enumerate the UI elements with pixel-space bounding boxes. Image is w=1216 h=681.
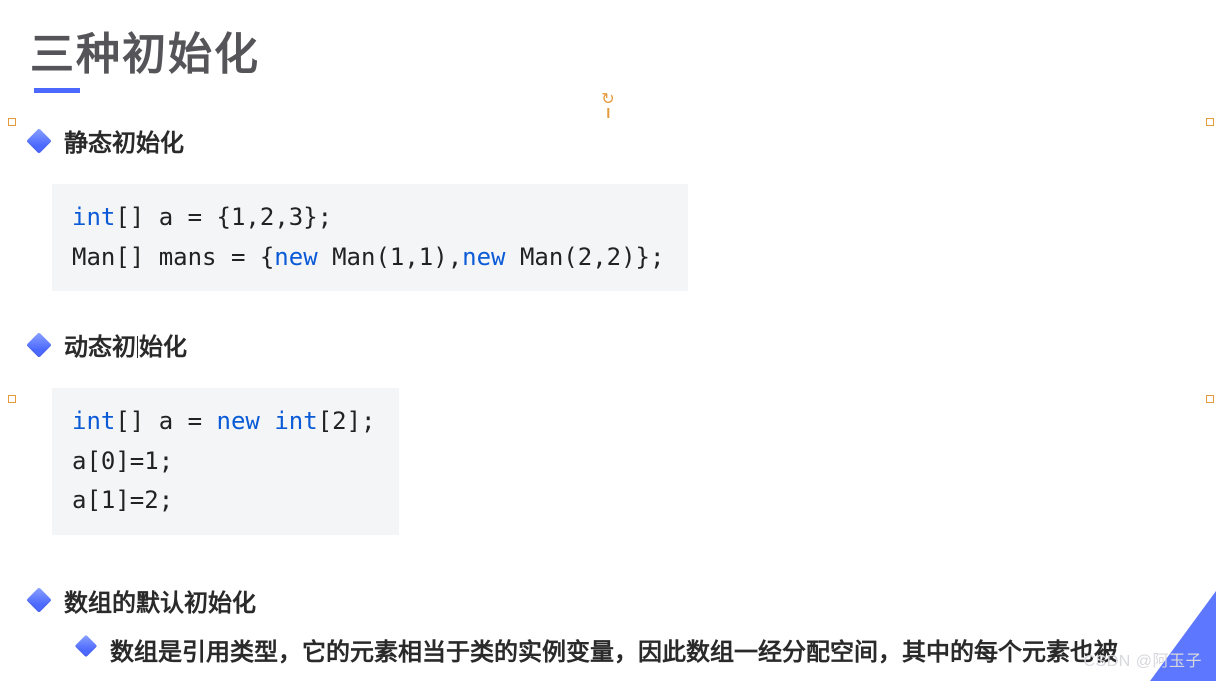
text-cursor-icon	[137, 336, 138, 358]
num: 1	[390, 243, 404, 271]
heading-static-init: 静态初始化	[64, 123, 184, 158]
code-block-static: int[] a = {1,2,3}; Man[] mans = {new Man…	[52, 184, 688, 291]
selection-handle-icon[interactable]	[1206, 395, 1214, 403]
code: ,	[274, 203, 288, 231]
rotate-handle-icon[interactable]: ↻	[601, 92, 614, 118]
code: ,	[592, 243, 606, 271]
kw: new	[274, 243, 332, 271]
content-area: 静态初始化 int[] a = {1,2,3}; Man[] mans = {n…	[30, 123, 1186, 681]
bullet-default-init: 数组的默认初始化	[30, 583, 1186, 618]
csdn-watermark: CSDN @阿玉子	[1083, 647, 1202, 671]
text: 始化	[139, 334, 187, 361]
code: [	[318, 407, 332, 435]
code: [] a =	[115, 407, 216, 435]
code: Man[] mans = {	[72, 243, 274, 271]
heading-default-init: 数组的默认初始化	[64, 583, 256, 618]
text: 动态初	[64, 334, 136, 361]
sub-bullet-default-desc: 数组是引用类型，它的元素相当于类的实例变量，因此数组一经分配空间，其中的每个元素…	[78, 630, 1186, 681]
diamond-bullet-icon	[26, 588, 51, 613]
diamond-bullet-icon	[26, 128, 51, 153]
code: };	[303, 203, 332, 231]
code: ),	[433, 243, 462, 271]
default-init-description: 数组是引用类型，它的元素相当于类的实例变量，因此数组一经分配空间，其中的每个元素…	[110, 630, 1130, 681]
num: 1	[419, 243, 433, 271]
num: 3	[289, 203, 303, 231]
kw: int	[72, 203, 115, 231]
kw: int	[72, 407, 115, 435]
code: Man(	[332, 243, 390, 271]
num: 1	[231, 203, 245, 231]
selection-handle-icon[interactable]	[8, 118, 16, 126]
heading-dynamic-init: 动态初始化	[64, 327, 187, 362]
code-block-dynamic: int[] a = new int[2]; a[0]=1; a[1]=2;	[52, 388, 399, 535]
diamond-bullet-icon	[26, 332, 51, 357]
code: ,	[404, 243, 418, 271]
code: ,	[245, 203, 259, 231]
num: 2	[607, 243, 621, 271]
code: Man(	[520, 243, 578, 271]
kw: new int	[217, 407, 318, 435]
code: a[1]=2;	[72, 486, 173, 514]
bullet-static-init: 静态初始化	[30, 123, 1186, 158]
code: [] a = {	[115, 203, 231, 231]
code: ];	[347, 407, 376, 435]
bullet-dynamic-init: 动态初始化	[30, 327, 1186, 362]
code: )};	[621, 243, 664, 271]
slide: 三种初始化 ↻ 静态初始化 int[] a = {1,2,3}; Man[] m…	[0, 0, 1216, 681]
num: 2	[332, 407, 346, 435]
selection-handle-icon[interactable]	[8, 395, 16, 403]
selection-handle-icon[interactable]	[1206, 118, 1214, 126]
kw: new	[462, 243, 520, 271]
num: 2	[260, 203, 274, 231]
slide-title: 三种初始化	[30, 18, 1186, 82]
code: a[0]=1;	[72, 447, 173, 475]
num: 2	[578, 243, 592, 271]
diamond-bullet-icon	[75, 635, 98, 658]
title-underline	[34, 88, 80, 93]
